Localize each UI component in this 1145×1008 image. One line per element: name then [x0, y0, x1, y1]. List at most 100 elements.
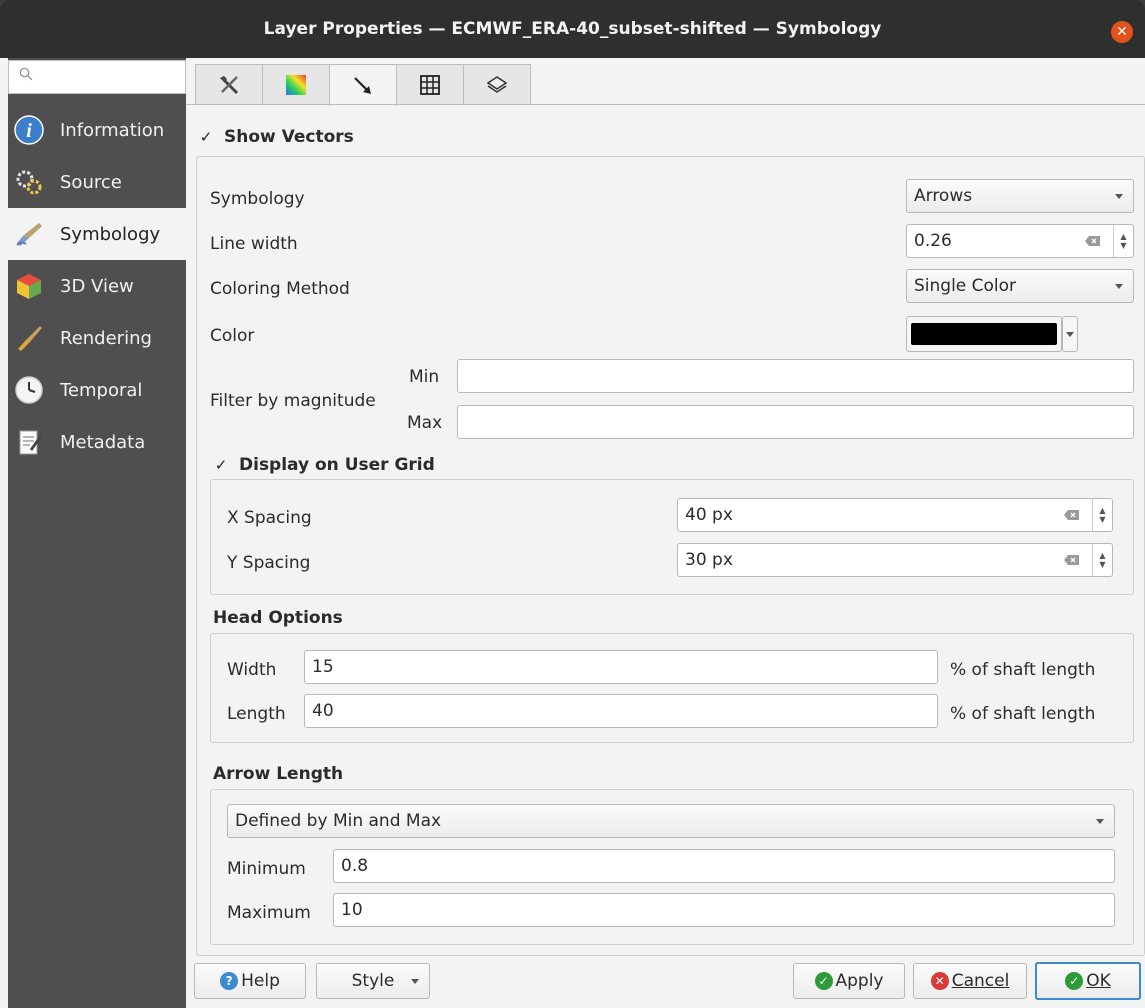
check-circle-icon: ✓ [1065, 972, 1084, 990]
sidebar-item-label: Information [60, 119, 165, 141]
chevron-down-icon [411, 979, 419, 984]
y-spacing-label: Y Spacing [227, 553, 311, 573]
head-width-input[interactable]: 15 [304, 650, 938, 684]
color-button[interactable] [906, 316, 1062, 352]
tab-contours[interactable] [262, 64, 330, 104]
head-width-value: 15 [312, 657, 334, 677]
brush-icon [14, 323, 44, 353]
style-label: Style [351, 971, 395, 991]
cube-icon [14, 271, 44, 301]
maximum-value: 10 [341, 900, 363, 920]
sidebar-item-symbology[interactable]: Symbology [8, 208, 186, 260]
minimum-input[interactable]: 0.8 [333, 849, 1115, 883]
minimum-value: 0.8 [341, 856, 369, 876]
coloring-method-value: Single Color [914, 276, 1017, 296]
search-icon [19, 67, 33, 81]
arrow-length-title: Arrow Length [213, 764, 344, 784]
sidebar-item-label: 3D View [60, 275, 134, 297]
help-icon: ? [220, 972, 239, 990]
maximum-input[interactable]: 10 [333, 893, 1115, 927]
arrow-length-method-select[interactable]: Defined by Min and Max [227, 804, 1115, 838]
maximum-label: Maximum [227, 903, 311, 923]
x-spacing-value: 40 px [685, 505, 733, 525]
sidebar-item-metadata[interactable]: Metadata [8, 416, 186, 468]
symbology-select[interactable]: Arrows [906, 179, 1134, 213]
svg-text:i: i [26, 120, 32, 142]
sidebar-item-rendering[interactable]: Rendering [8, 312, 186, 364]
grid-icon [420, 74, 440, 95]
spin-arrows-icon[interactable]: ▲ ▼ [1092, 544, 1112, 576]
max-magnitude-input[interactable] [457, 405, 1134, 439]
spin-arrows-icon[interactable]: ▲ ▼ [1092, 499, 1112, 531]
tab-stacked-mesh[interactable] [463, 64, 531, 104]
symbology-value: Arrows [914, 186, 973, 206]
chevron-down-icon [1115, 194, 1123, 199]
vectors-group: Symbology Arrows Line width 0.26 ▲ ▼ Colo… [196, 156, 1145, 956]
color-label: Color [210, 326, 255, 346]
help-button[interactable]: ? Help [194, 963, 306, 999]
x-spacing-spinbox[interactable]: 40 px ▲ ▼ [677, 498, 1113, 532]
cancel-button[interactable]: ✕ Cancel [913, 963, 1027, 999]
tab-vectors[interactable] [329, 64, 397, 106]
close-icon[interactable]: ✕ [1111, 21, 1133, 43]
x-spacing-label: X Spacing [227, 508, 312, 528]
window-title: Layer Properties — ECMWF_ERA-40_subset-s… [263, 19, 882, 39]
y-spacing-spinbox[interactable]: 30 px ▲ ▼ [677, 543, 1113, 577]
hammer-wrench-icon [220, 75, 239, 94]
head-length-label: Length [227, 704, 286, 724]
sidebar: i Information Source Symbology 3D View R… [8, 58, 186, 1008]
show-vectors-checkbox[interactable]: ✓ Show Vectors [198, 127, 354, 147]
head-options-group: Width 15 % of shaft length Length 40 % o… [210, 633, 1134, 743]
cancel-circle-icon: ✕ [930, 972, 949, 990]
contours-icon [286, 74, 306, 95]
line-width-label: Line width [210, 234, 298, 254]
style-button[interactable]: Style [316, 963, 430, 999]
sidebar-item-label: Source [60, 171, 122, 193]
head-length-value: 40 [312, 701, 334, 721]
symbology-label: Symbology [210, 189, 305, 209]
spin-arrows-icon[interactable]: ▲ ▼ [1113, 225, 1133, 257]
clear-icon[interactable] [1064, 509, 1080, 521]
coloring-method-label: Coloring Method [210, 279, 350, 299]
vector-arrow-icon [354, 76, 371, 94]
search-input[interactable] [8, 60, 186, 94]
tab-bar [195, 64, 531, 106]
head-width-unit: % of shaft length [950, 660, 1096, 680]
checkmark-icon: ✓ [214, 456, 228, 474]
coloring-method-select[interactable]: Single Color [906, 269, 1134, 303]
tab-settings[interactable] [195, 64, 263, 104]
head-width-label: Width [227, 660, 277, 680]
user-grid-group: X Spacing 40 px ▲ ▼ Y Spacing 30 px ▲ ▼ [210, 479, 1134, 595]
min-magnitude-input[interactable] [457, 359, 1134, 393]
user-grid-label: Display on User Grid [239, 455, 435, 475]
min-label: Min [409, 367, 440, 387]
apply-button[interactable]: ✓ Apply [793, 963, 905, 999]
sidebar-item-information[interactable]: i Information [8, 104, 186, 156]
arrow-length-group: Defined by Min and Max Minimum 0.8 Maxim… [210, 789, 1134, 945]
sidebar-item-label: Metadata [60, 431, 146, 453]
sidebar-item-temporal[interactable]: Temporal [8, 364, 186, 416]
sidebar-item-source[interactable]: Source [8, 156, 186, 208]
metadata-icon [14, 427, 44, 457]
arrow-length-method-value: Defined by Min and Max [235, 811, 442, 831]
clear-icon[interactable] [1064, 554, 1080, 566]
ok-button[interactable]: ✓ OK [1035, 962, 1141, 1000]
sidebar-item-label: Symbology [60, 223, 161, 245]
filter-magnitude-label: Filter by magnitude [210, 391, 376, 411]
user-grid-checkbox[interactable]: ✓ Display on User Grid [213, 455, 435, 475]
ok-label: OK [1086, 971, 1111, 991]
layers-icon [486, 75, 508, 93]
vectors-panel: ✓ Show Vectors Symbology Arrows Line wid… [186, 104, 1145, 956]
clear-icon[interactable] [1085, 235, 1101, 247]
tab-mesh[interactable] [396, 64, 464, 104]
clock-icon [14, 375, 44, 405]
head-length-input[interactable]: 40 [304, 694, 938, 728]
head-options-title: Head Options [213, 608, 343, 628]
color-dropdown-button[interactable] [1062, 316, 1078, 352]
sidebar-item-3d-view[interactable]: 3D View [8, 260, 186, 312]
y-spacing-value: 30 px [685, 550, 733, 570]
show-vectors-label: Show Vectors [224, 127, 354, 147]
line-width-spinbox[interactable]: 0.26 ▲ ▼ [906, 224, 1134, 258]
sidebar-item-label: Temporal [60, 379, 143, 401]
check-circle-icon: ✓ [814, 972, 833, 990]
